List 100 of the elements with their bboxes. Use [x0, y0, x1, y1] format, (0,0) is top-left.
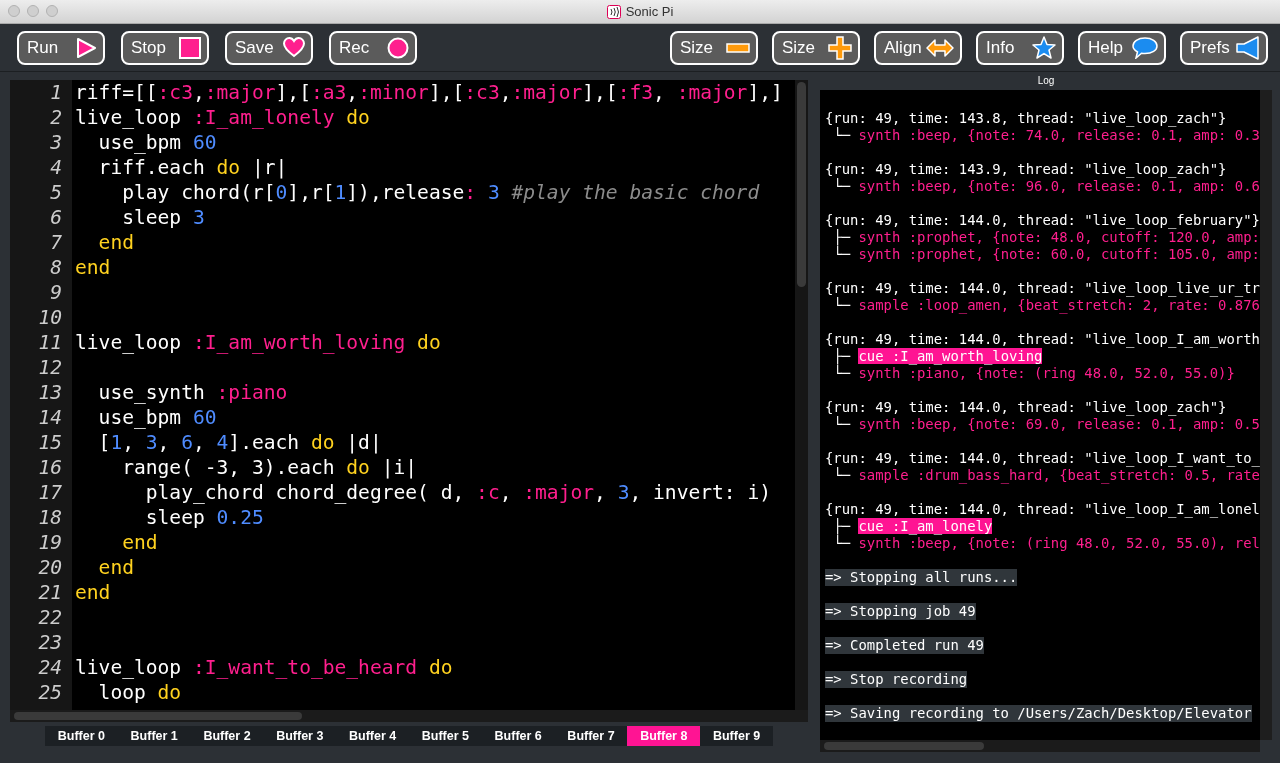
- toolbar-button[interactable]: Info: [976, 30, 1064, 65]
- toolbar-button[interactable]: Save: [225, 30, 313, 65]
- line-number: 6: [49, 205, 63, 230]
- line-number: 5: [49, 180, 63, 205]
- log-event: synth :beep, {note: 96.0, release: 0.1, amp: 0.6: [858, 178, 1260, 194]
- code-line: end: [97, 230, 134, 255]
- log-event: sample :loop_amen, {beat_stretch: 2, rate: 0.876: [858, 297, 1260, 313]
- toolbar-button[interactable]: Run: [17, 30, 105, 65]
- tree-branch: └─: [832, 246, 851, 262]
- tree-branch: └─: [832, 535, 851, 551]
- code-line: live_loop :I_am_worth_loving do: [74, 330, 441, 355]
- log-message: => Stop recording: [825, 671, 968, 688]
- tree-branch: └─: [832, 127, 851, 143]
- buffer-tab[interactable]: Buffer 2: [190, 726, 264, 746]
- line-number: 21: [37, 580, 63, 605]
- code-line: use_bpm 60: [97, 130, 217, 155]
- line-number: 24: [37, 655, 63, 680]
- tree-branch: ├─: [832, 229, 851, 245]
- log-header: {run: 49, time: 144.0, thread: "live_loop_live_ur_tr: [825, 280, 1260, 297]
- log-event: synth :prophet, {note: 60.0, cutoff: 105.0, amp:: [858, 246, 1260, 262]
- tree-branch: └─: [832, 178, 851, 194]
- star-icon: [1032, 36, 1056, 59]
- play-icon: [75, 36, 97, 59]
- buffer-tab[interactable]: Buffer 1: [117, 726, 191, 746]
- buffer-tab[interactable]: Buffer 4: [336, 726, 409, 746]
- buffer-tab[interactable]: Buffer 6: [481, 726, 555, 746]
- tree-branch: └─: [832, 416, 851, 432]
- log-event: cue :I_am_lonely: [858, 518, 993, 534]
- log-header: {run: 49, time: 144.0, thread: "live_loop_zach"}: [825, 399, 1227, 416]
- code-line: end: [97, 555, 134, 580]
- code-line: use_synth :piano: [97, 380, 288, 405]
- line-number: 1: [49, 80, 63, 105]
- code-line: end: [74, 255, 111, 280]
- buffer-tab[interactable]: Buffer 7: [554, 726, 628, 746]
- log-header: {run: 49, time: 144.0, thread: "live_loop_I_am_lonel: [825, 501, 1260, 518]
- toolbar-button[interactable]: Align: [874, 30, 962, 65]
- buffer-tab[interactable]: Buffer 3: [263, 726, 337, 746]
- log-event: synth :beep, {note: 74.0, release: 0.1, amp: 0.3: [858, 127, 1260, 143]
- toolbar-button[interactable]: Help: [1078, 30, 1166, 65]
- tree-branch: ├─: [832, 518, 851, 534]
- vertical-scrollbar[interactable]: [1260, 90, 1272, 740]
- toolbar-button[interactable]: Rec: [329, 30, 417, 65]
- vertical-scrollbar[interactable]: [795, 80, 808, 710]
- code-line: sleep 0.25: [144, 505, 264, 530]
- log-event: synth :beep, {note: (ring 48.0, 52.0, 55.0), rel: [858, 535, 1260, 551]
- log-header: {run: 49, time: 144.0, thread: "live_loop_I_am_worth: [825, 331, 1260, 348]
- toolbar-button[interactable]: Stop: [121, 30, 209, 65]
- line-number: 19: [37, 530, 63, 555]
- app-icon: [606, 4, 621, 19]
- line-number: 13: [37, 380, 63, 405]
- code-line: riff=[[:c3,:major],[:a3,:minor],[:c3,:major],[:f3, :major],]: [74, 80, 783, 105]
- minus-icon: [726, 42, 750, 53]
- log-event: sample :drum_bass_hard, {beat_stretch: 0.5, rate: [858, 467, 1260, 483]
- double-arrow-icon: [926, 37, 954, 58]
- buffer-tab[interactable]: Buffer 8: [627, 726, 701, 746]
- code-line: live_loop :I_want_to_be_heard do: [74, 655, 453, 680]
- code-line: [1, 3, 6, 4].each do |d|: [97, 430, 382, 455]
- line-number: 22: [37, 605, 63, 630]
- buffer-tab[interactable]: Buffer 0: [45, 726, 118, 746]
- log-event: synth :beep, {note: 69.0, release: 0.1, amp: 0.5: [858, 416, 1260, 432]
- code-line: live_loop :I_am_lonely do: [74, 105, 370, 130]
- code-line: loop do: [97, 680, 182, 705]
- log-header: {run: 49, time: 143.8, thread: "live_loop_zach"}: [825, 110, 1227, 127]
- code-line: use_bpm 60: [97, 405, 217, 430]
- panel-title: Log: [1037, 75, 1055, 86]
- line-number: 11: [37, 330, 63, 355]
- code-line: riff.each do |r|: [97, 155, 288, 180]
- toolbar-button[interactable]: Prefs: [1180, 30, 1268, 65]
- line-number: 12: [37, 355, 63, 380]
- log-event: cue :I_am_worth_loving: [858, 348, 1043, 364]
- tree-branch: └─: [832, 467, 851, 483]
- toolbar-button[interactable]: Size: [670, 30, 758, 65]
- minimize-button[interactable]: [27, 5, 39, 17]
- line-number: 14: [37, 405, 63, 430]
- line-number: 17: [37, 480, 63, 505]
- horizontal-scrollbar[interactable]: [10, 710, 808, 722]
- code-line: range( -3, 3).each do |i|: [121, 455, 418, 480]
- line-number: 25: [37, 680, 63, 705]
- line-number: 4: [49, 155, 63, 180]
- speaker-icon: [1236, 35, 1260, 60]
- tree-branch: ├─: [832, 348, 851, 364]
- horizontal-scrollbar[interactable]: [820, 740, 1260, 752]
- line-number: 18: [37, 505, 63, 530]
- stop-icon: [179, 36, 201, 59]
- tree-branch: └─: [832, 297, 851, 313]
- buffer-tab[interactable]: Buffer 9: [700, 726, 773, 746]
- code-line: sleep 3: [121, 205, 205, 230]
- code-line: end: [121, 530, 158, 555]
- buffer-tab[interactable]: Buffer 5: [409, 726, 482, 746]
- window-title: Sonic Pi: [625, 4, 674, 19]
- toolbar-button[interactable]: Size: [772, 30, 860, 65]
- speech-bubble-icon: [1132, 36, 1158, 59]
- close-button[interactable]: [8, 5, 20, 17]
- zoom-button[interactable]: [46, 5, 58, 17]
- line-number: 8: [49, 255, 63, 280]
- log-header: {run: 49, time: 144.0, thread: "live_loop_february"}: [825, 212, 1260, 229]
- line-number: 3: [49, 130, 63, 155]
- log-event: synth :prophet, {note: 48.0, cutoff: 120.0, amp:: [858, 229, 1260, 245]
- line-number: 9: [49, 280, 63, 305]
- line-number: 15: [37, 430, 63, 455]
